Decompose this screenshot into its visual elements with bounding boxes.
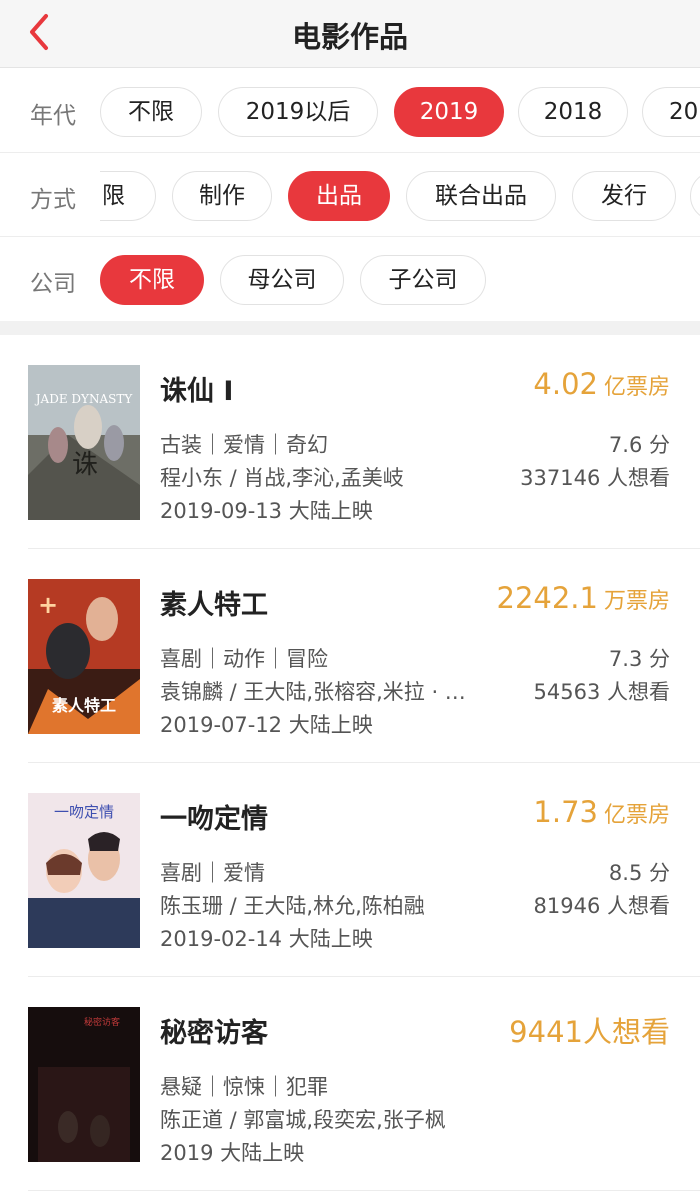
movie-rating: 7.3 分	[608, 647, 670, 671]
movie-title: 秘密访客	[160, 1018, 268, 1049]
era-option-after-2019[interactable]: 2019以后	[218, 87, 378, 137]
movie-release: 2019-07-12 大陆上映	[160, 713, 373, 737]
filter-row-method: 方式 限 制作 出品 联合出品 发行	[0, 153, 700, 237]
movie-wants: 337146 人想看	[520, 466, 670, 490]
filter-label-era: 年代	[30, 103, 76, 129]
box-office: 4.02 亿票房	[533, 367, 670, 401]
box-office-unit: 亿票房	[603, 803, 670, 828]
method-option-co-present[interactable]: 联合出品	[406, 171, 556, 221]
box-office-unit: 万票房	[603, 589, 670, 614]
movie-poster: JADE DYNASTY 诛	[28, 365, 140, 520]
movie-wants: 54563 人想看	[533, 680, 670, 704]
filter-row-company: 公司 不限 母公司 子公司	[0, 237, 700, 321]
company-option-any[interactable]: 不限	[100, 255, 204, 305]
movie-rating: 8.5 分	[608, 861, 670, 885]
movie-item[interactable]: 秘密访客 秘密访客 9441人想看 悬疑｜惊悚｜犯罪 陈正道 / 郭富城,段奕宏…	[0, 977, 700, 1191]
page-title: 电影作品	[291, 20, 408, 54]
movie-poster: 秘密访客	[28, 1007, 140, 1162]
movie-genres: 悬疑｜惊悚｜犯罪	[160, 1075, 328, 1099]
filter-panel: 年代 不限 2019以后 2019 2018 20 方式 限 制作 出品 联合出…	[0, 69, 700, 321]
box-office-value: 1.73	[533, 795, 598, 829]
movie-item[interactable]: JADE DYNASTY 诛 诛仙 Ⅰ 4.02 亿票房 古装｜爱情｜奇幻 程小东…	[0, 335, 700, 549]
movie-genres: 喜剧｜动作｜冒险	[160, 647, 328, 671]
era-option-next[interactable]: 20	[642, 87, 700, 137]
method-option-present[interactable]: 出品	[288, 171, 390, 221]
movie-title: 一吻定情	[160, 804, 268, 835]
movie-poster: 一吻定情	[28, 793, 140, 948]
box-office-unit: 亿票房	[603, 375, 670, 400]
box-office-value: 4.02	[533, 367, 598, 401]
section-separator	[0, 321, 700, 335]
box-office: 2242.1 万票房	[497, 581, 671, 615]
poster-text: JADE DYNASTY	[34, 392, 134, 406]
poster-text: 素人特工	[52, 696, 116, 715]
svg-text:诛: 诛	[72, 450, 98, 480]
movie-rating: 7.6 分	[608, 433, 670, 457]
movie-title: 诛仙 Ⅰ	[160, 376, 234, 407]
era-option-any[interactable]: 不限	[100, 87, 202, 137]
poster-text: 一吻定情	[54, 803, 114, 821]
movie-cast: 陈玉珊 / 王大陆,林允,陈柏融	[160, 894, 425, 918]
want-count-unit: 人想看	[582, 1015, 670, 1049]
movie-cast: 程小东 / 肖战,李沁,孟美岐	[160, 466, 404, 490]
filter-label-method: 方式	[30, 187, 76, 213]
box-office-value: 2242.1	[496, 581, 598, 615]
company-option-parent[interactable]: 母公司	[220, 255, 344, 305]
movie-title: 素人特工	[160, 590, 268, 621]
movie-poster: + 素人特工	[28, 579, 140, 734]
era-option-2018[interactable]: 2018	[518, 87, 628, 137]
method-option-more[interactable]	[690, 171, 700, 221]
movie-genres: 古装｜爱情｜奇幻	[160, 433, 328, 457]
movie-release: 2019 大陆上映	[160, 1141, 305, 1165]
svg-text:+: +	[38, 591, 58, 619]
filter-row-era: 年代 不限 2019以后 2019 2018 20	[0, 69, 700, 153]
era-option-2019[interactable]: 2019	[394, 87, 504, 137]
want-count: 9441人想看	[509, 1009, 670, 1051]
movie-cast: 袁锦麟 / 王大陆,张榕容,米拉 · …	[160, 680, 466, 704]
filter-label-company: 公司	[30, 271, 76, 297]
movie-item[interactable]: + 素人特工 素人特工 2242.1 万票房 喜剧｜动作｜冒险 袁锦麟 / 王大陆…	[0, 549, 700, 763]
movie-cast: 陈正道 / 郭富城,段奕宏,张子枫	[160, 1108, 446, 1132]
movie-wants: 81946 人想看	[533, 894, 670, 918]
method-option-any[interactable]: 限	[100, 171, 156, 221]
divider	[28, 1190, 700, 1191]
poster-text: 秘密访客	[84, 1016, 120, 1028]
movie-release: 2019-09-13 大陆上映	[160, 499, 373, 523]
movie-genres: 喜剧｜爱情	[160, 861, 265, 885]
company-option-subsidiary[interactable]: 子公司	[360, 255, 486, 305]
method-option-produce[interactable]: 制作	[172, 171, 272, 221]
method-option-distribute[interactable]: 发行	[572, 171, 676, 221]
want-count-value: 9441	[509, 1015, 583, 1049]
nav-bar: 电影作品	[0, 0, 700, 68]
movie-item[interactable]: 一吻定情 一吻定情 1.73 亿票房 喜剧｜爱情 陈玉珊 / 王大陆,林允,陈柏融…	[0, 763, 700, 977]
movie-release: 2019-02-14 大陆上映	[160, 927, 373, 951]
movie-list: JADE DYNASTY 诛 诛仙 Ⅰ 4.02 亿票房 古装｜爱情｜奇幻 程小东…	[0, 335, 700, 1196]
box-office: 1.73 亿票房	[533, 795, 670, 829]
